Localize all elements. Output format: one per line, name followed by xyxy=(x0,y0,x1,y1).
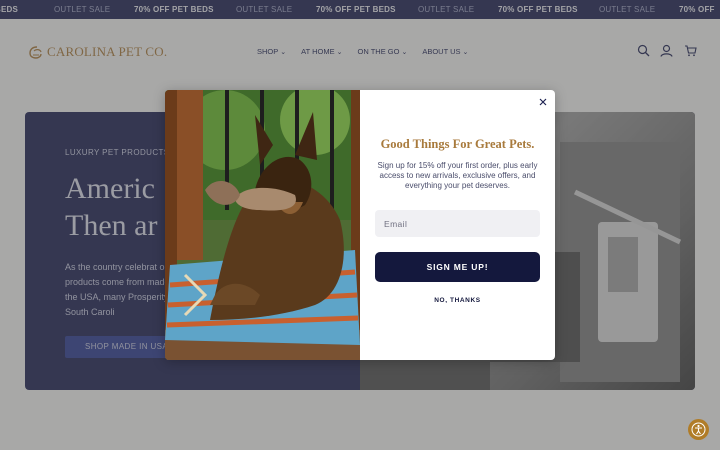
close-icon[interactable] xyxy=(537,96,549,108)
newsletter-modal: Good Things For Great Pets. Sign up for … xyxy=(165,90,555,360)
accessibility-button[interactable] xyxy=(688,419,709,440)
no-thanks-button[interactable]: NO, THANKS xyxy=(375,297,540,304)
dog-photo xyxy=(165,90,360,360)
modal-description: Sign up for 15% off your first order, pl… xyxy=(377,161,538,190)
modal-title: Good Things For Great Pets. xyxy=(380,137,535,151)
email-field[interactable] xyxy=(375,210,540,237)
accessibility-icon xyxy=(691,422,706,437)
sign-me-up-button[interactable]: SIGN ME UP! xyxy=(375,252,540,282)
modal-content: Good Things For Great Pets. Sign up for … xyxy=(360,90,555,360)
